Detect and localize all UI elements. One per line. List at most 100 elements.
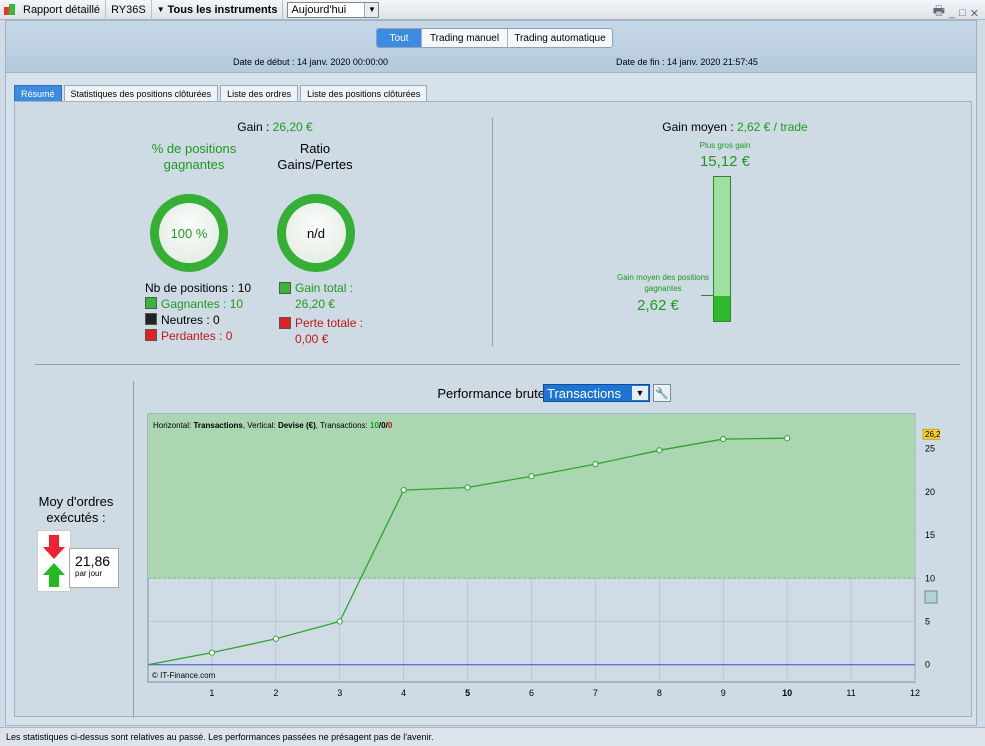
filter-all-button[interactable]: Tout: [377, 29, 422, 47]
total-gain: Gain total : 26,20 €: [295, 281, 354, 311]
total-gain-swatch: [279, 282, 291, 294]
x-tick-label: 7: [593, 688, 598, 698]
tab-summary[interactable]: Résumé: [14, 85, 62, 101]
losers-swatch: [145, 329, 157, 341]
x-tick-label: 1: [209, 688, 214, 698]
status-bar: Les statistiques ci-dessus sont relative…: [0, 727, 985, 746]
tab-bar: Résumé Statistiques des positions clôtur…: [14, 85, 429, 101]
win-pct-title: % de positions gagnantes: [151, 141, 237, 172]
data-point: [464, 484, 471, 491]
avg-gain-value: 2,62 € / trade: [736, 120, 808, 134]
orders-value-box: 21,86 par jour: [69, 548, 119, 588]
orders-card: [37, 530, 71, 592]
tab-closed-stats[interactable]: Statistiques des positions clôturées: [63, 85, 219, 101]
report-label: Rapport détaillé: [18, 0, 107, 20]
x-tick-label: 4: [401, 688, 406, 698]
neutral-swatch: [145, 313, 157, 325]
orders-title: Moy d'ordres exécutés :: [38, 494, 114, 525]
minimize-icon[interactable]: _: [949, 7, 955, 19]
data-point: [592, 461, 599, 468]
avg-gain-bar-fill: [714, 296, 730, 321]
trading-type-filter: Tout Trading manuel Trading automatique: [376, 28, 613, 48]
chevron-down-icon: ▼: [364, 2, 379, 17]
maximize-icon[interactable]: □: [959, 7, 966, 19]
tab-orders[interactable]: Liste des ordres: [220, 85, 299, 101]
orders-divider: [133, 381, 134, 718]
y-tick-label: 25: [925, 444, 935, 454]
avg-winners-value: 2,62 €: [637, 297, 679, 314]
x-tick-label: 5: [465, 688, 470, 698]
close-icon[interactable]: ✕: [970, 7, 979, 20]
end-date: Date de fin : 14 janv. 2020 21:57:45: [616, 57, 758, 67]
x-tick-label: 12: [910, 688, 920, 698]
x-tick-label: 10: [782, 688, 792, 698]
biggest-gain-label: Plus gros gain: [699, 141, 751, 150]
neutral-count: Neutres : 0: [161, 313, 220, 327]
perf-title: Performance brute: [437, 386, 545, 401]
arrow-up-icon: [43, 563, 65, 589]
y-tick-label: 0: [925, 660, 930, 670]
report-window: Tout Trading manuel Trading automatique …: [5, 20, 977, 726]
gain-bar: [713, 176, 731, 322]
horizontal-divider: [35, 364, 960, 365]
y-tick-label: 20: [925, 487, 935, 497]
x-tick-label: 2: [273, 688, 278, 698]
filter-auto-button[interactable]: Trading automatique: [508, 29, 612, 47]
nb-positions: Nb de positions : 10: [145, 281, 252, 295]
total-loss: Perte totale : 0,00 €: [295, 316, 364, 346]
ratio-gauge: n/d: [277, 194, 355, 272]
y-tick-label: 5: [925, 616, 930, 626]
orders-unit: par jour: [75, 569, 103, 578]
data-point: [272, 635, 279, 642]
data-point: [528, 473, 535, 480]
x-tick-label: 8: [657, 688, 662, 698]
filter-band: Tout Trading manuel Trading automatique …: [6, 21, 976, 73]
losers-count: Perdantes : 0: [161, 329, 233, 343]
totals-stats: Gain total : 26,20 € Perte totale : 0,00…: [279, 280, 379, 347]
ratio-value: n/d: [306, 225, 326, 241]
period-select[interactable]: Aujourd'hui ▼: [287, 1, 380, 18]
account-label[interactable]: RY36S: [106, 0, 152, 20]
last-value-badge: 26,2: [922, 428, 940, 440]
avg-gain-header: Gain moyen : 2,62 € / trade: [662, 120, 808, 134]
data-point: [784, 435, 791, 442]
data-point: [336, 618, 343, 625]
x-tick-label: 3: [337, 688, 342, 698]
win-pct-value: 100 %: [170, 225, 208, 241]
report-icon: [4, 4, 16, 15]
data-point: [656, 447, 663, 454]
biggest-gain-value: 15,12 €: [699, 153, 751, 170]
win-pct-gauge: 100 %: [150, 194, 228, 272]
title-bar: Rapport détaillé RY36S ▼ Tous les instrum…: [0, 0, 985, 20]
gain-area: [148, 414, 915, 579]
wrench-icon[interactable]: 🔧: [653, 384, 671, 402]
caret-down-icon: ▼: [156, 5, 165, 14]
x-tick-label: 6: [529, 688, 534, 698]
ratio-title: Ratio Gains/Pertes: [277, 141, 353, 172]
avg-marker-line: [701, 295, 713, 296]
positions-stats: Nb de positions : 10 Gagnantes : 10 Neut…: [145, 280, 251, 344]
chart-header: Horizontal: Transactions, Vertical: Devi…: [153, 421, 393, 430]
arrow-down-icon: [43, 535, 65, 561]
y-tick-label: 15: [925, 530, 935, 540]
x-tick-label: 11: [846, 688, 855, 698]
chart-mode-select[interactable]: Transactions ▼: [543, 384, 650, 402]
gain-header: Gain : 26,20 €: [237, 120, 313, 134]
filter-manual-button[interactable]: Trading manuel: [422, 29, 508, 47]
chevron-down-icon: ▼: [632, 386, 648, 400]
disclaimer: Les statistiques ci-dessus sont relative…: [6, 732, 434, 742]
winners-swatch: [145, 297, 157, 309]
tab-closed-list[interactable]: Liste des positions clôturées: [300, 85, 428, 101]
avg-winners-label: Gain moyen des positions gagnantes: [616, 273, 710, 293]
scroll-handle[interactable]: [924, 590, 938, 604]
performance-chart: 1 2 3 4 5 6 7 8 9 10 11 12 0510152025 Horizontal: T…: [147, 413, 940, 698]
gain-value: 26,20 €: [272, 120, 313, 134]
section-divider: [492, 118, 493, 346]
data-point: [720, 435, 727, 443]
orders-value: 21,86: [75, 553, 111, 569]
x-tick-label: 9: [721, 688, 726, 698]
chart-copyright: © IT-Finance.com: [152, 671, 216, 680]
data-point: [400, 486, 407, 494]
winners-count: Gagnantes : 10: [161, 297, 244, 311]
instruments-dropdown[interactable]: ▼ Tous les instruments: [152, 0, 284, 20]
